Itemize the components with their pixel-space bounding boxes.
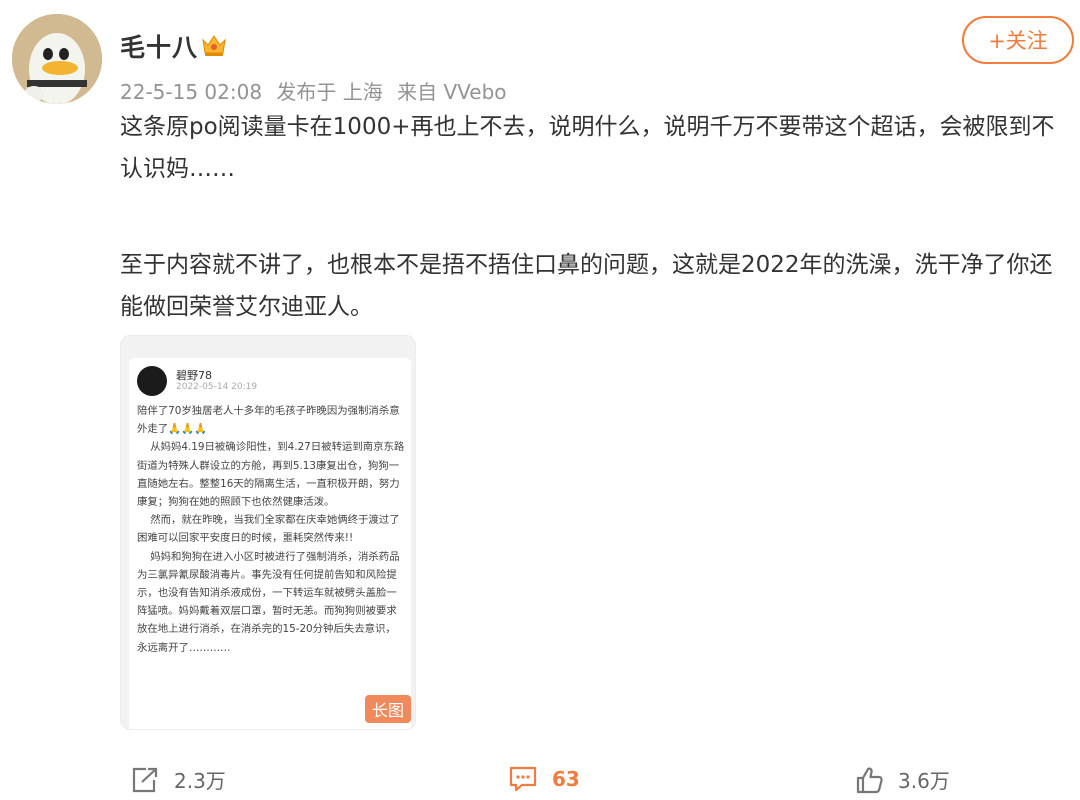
share-icon (132, 767, 158, 792)
long-image-badge: 长图 (364, 695, 411, 723)
username[interactable]: 毛十八 (120, 28, 198, 64)
post-location: 发布于 上海 (276, 80, 383, 104)
screenshot-avatar (137, 366, 167, 396)
follow-button[interactable]: +关注 (962, 16, 1074, 64)
like-count: 3.6万 (898, 769, 950, 793)
screenshot-text: 陪伴了70岁独居老人十多年的毛孩子昨晚因为强制消杀意外走了🙏🙏🙏 从妈妈4.19… (137, 405, 405, 654)
post-image[interactable]: 碧野78 2022-05-14 20:19 陪伴了70岁独居老人十多年的毛孩子昨… (120, 335, 416, 730)
screenshot-date: 2022-05-14 20:19 (176, 382, 258, 392)
screenshot-username: 碧野78 (176, 369, 212, 382)
post-paragraph: 至于内容就不讲了，也根本不是捂不捂住口鼻的问题，这就是2022年的洗澡，洗干净了… (120, 252, 1053, 320)
share-button[interactable]: 2.3万 (130, 765, 226, 794)
post-content: 这条原po阅读量卡在1000+再也上不去，说明什么，说明千万不要带这个超话，会被… (120, 106, 1070, 328)
screenshot-content: 碧野78 2022-05-14 20:19 陪伴了70岁独居老人十多年的毛孩子昨… (129, 358, 411, 729)
post-meta: 22-5-15 02:08 发布于 上海 来自 VVebo (120, 76, 515, 105)
post-source[interactable]: 来自 VVebo (397, 80, 506, 104)
thumbs-up-icon (856, 767, 883, 793)
post-date: 22-5-15 02:08 (120, 80, 263, 104)
post-paragraph: 这条原po阅读量卡在1000+再也上不去，说明什么，说明千万不要带这个超话，会被… (120, 114, 1055, 182)
comment-button[interactable]: 63 (508, 765, 580, 793)
comment-count: 63 (552, 767, 580, 791)
like-button[interactable]: 3.6万 (854, 765, 950, 794)
action-bar: 2.3万 63 3.6万 (0, 760, 1080, 800)
comment-icon (509, 766, 537, 792)
user-avatar[interactable] (12, 14, 102, 104)
vip-crown-icon (200, 32, 228, 62)
share-count: 2.3万 (174, 769, 226, 793)
